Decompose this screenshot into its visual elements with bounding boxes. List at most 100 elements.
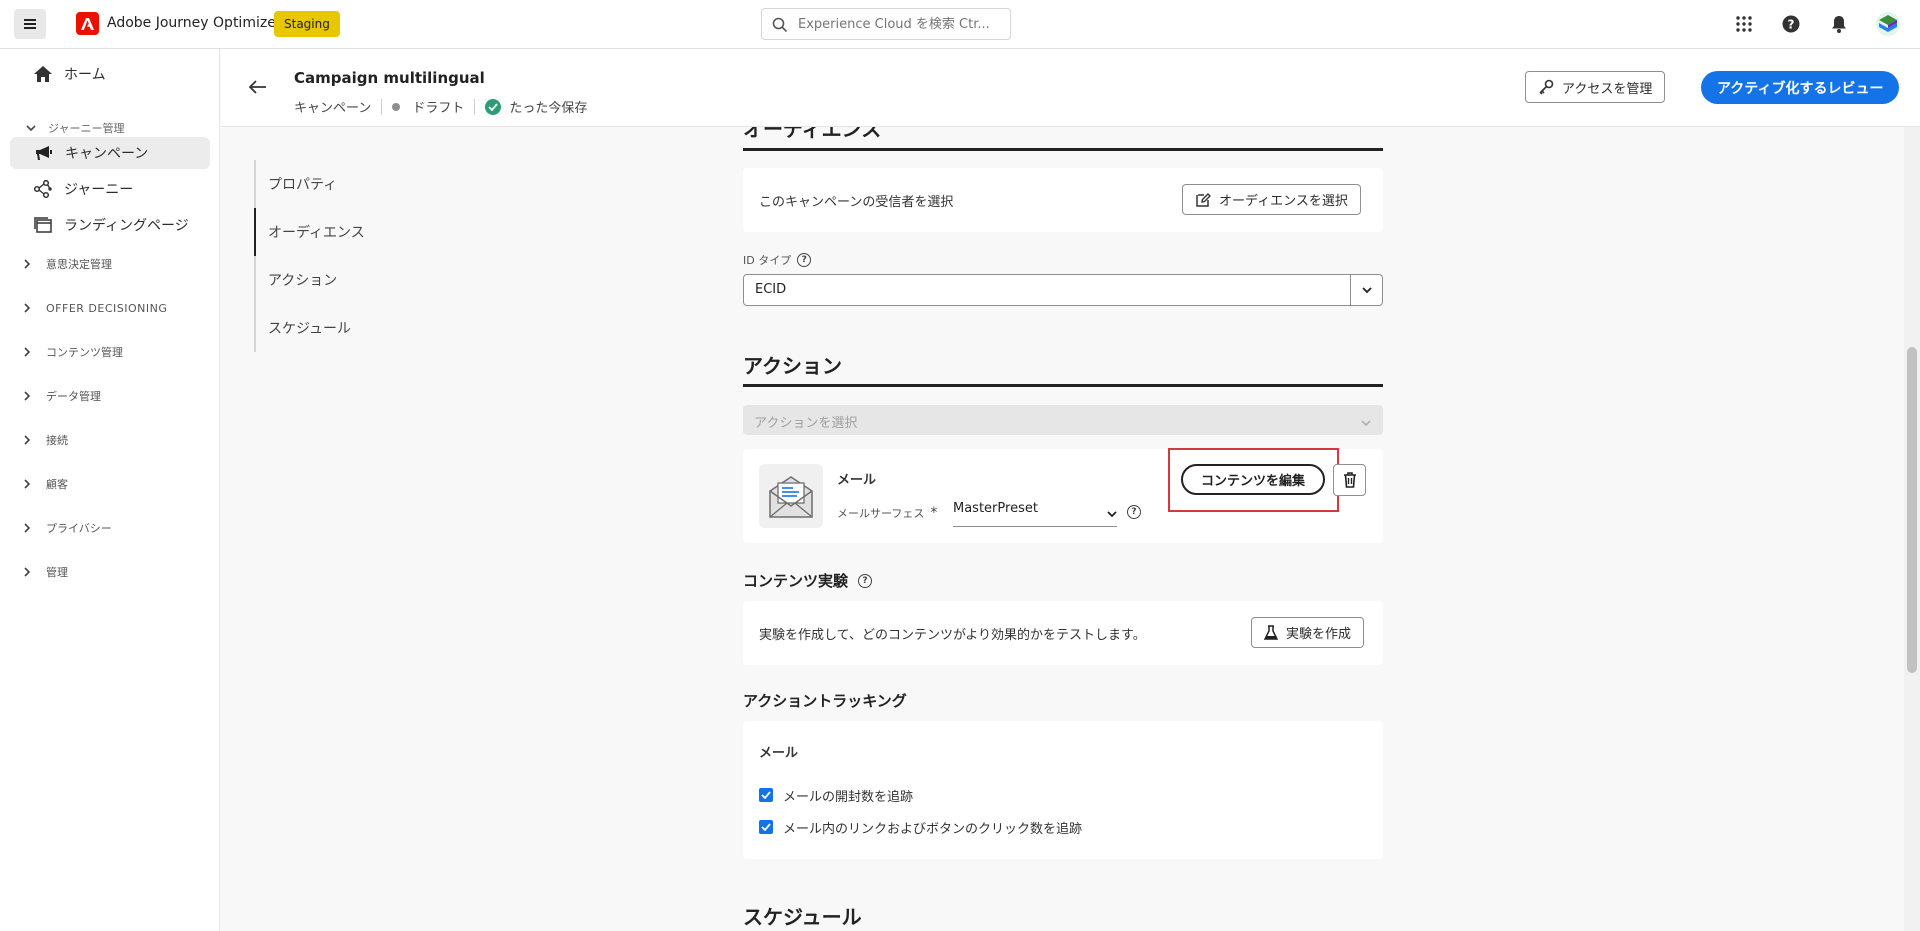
section-nav-schedule[interactable]: スケジュール [268,318,351,338]
manage-access-label: アクセスを管理 [1562,81,1653,97]
sidebar-group-privacy[interactable]: プライバシー [24,516,112,540]
chevron-right-icon [24,523,36,533]
chevron-down-icon [1361,414,1371,430]
audience-description: このキャンペーンの受信者を選択 [759,195,954,210]
chevron-right-icon [24,479,36,489]
sidebar-item-journeys[interactable]: ジャーニー [10,173,210,205]
tracking-email-label: メール [759,746,799,761]
sidebar-group-label: 意思決定管理 [46,258,112,271]
sidebar-group-connections[interactable]: 接続 [24,428,68,452]
megaphone-icon [33,142,55,164]
action-select-placeholder: アクションを選択 [754,416,858,431]
delete-action-button[interactable] [1333,464,1366,496]
help-icon[interactable]: ? [1781,14,1801,34]
experiment-heading-row: コンテンツ実験 ? [743,570,873,591]
status-badge: ドラフト [412,101,465,116]
section-nav-active-marker [254,208,256,256]
journey-nodes-icon [32,178,54,200]
svg-text:?: ? [1788,18,1795,32]
audience-heading: オーディエンス [743,127,882,141]
campaign-header: Campaign multilingual キャンペーン ドラフト たった今保存… [221,49,1920,127]
edit-content-button[interactable]: コンテンツを編集 [1181,464,1325,495]
track-opens-label: メールの開封数を追跡 [783,790,914,805]
section-rule [743,384,1383,387]
track-clicks-checkbox[interactable] [759,820,773,834]
activate-review-button[interactable]: アクティブ化するレビュー [1701,71,1900,104]
select-audience-button[interactable]: オーディエンスを選択 [1182,184,1361,215]
sidebar-group-customers[interactable]: 顧客 [24,472,68,496]
sidebar-group-label: 接続 [46,434,68,447]
sidebar-group-decision-management[interactable]: 意思決定管理 [24,252,112,276]
sidebar-group-content-management[interactable]: コンテンツ管理 [24,340,123,364]
back-arrow-icon[interactable] [248,80,267,98]
section-nav-actions[interactable]: アクション [268,270,337,290]
section-nav-properties[interactable]: プロパティ [268,174,337,194]
landing-page-icon [32,214,54,236]
track-clicks-label: メール内のリンクおよびボタンのクリック数を追跡 [783,822,1083,837]
chevron-right-icon [24,435,36,445]
divider [381,98,383,115]
sidebar-group-administration[interactable]: 管理 [24,560,68,584]
experiment-heading: コンテンツ実験 [743,572,849,590]
sidebar-item-home[interactable]: ホーム [10,58,210,90]
id-type-label: ID タイプ ? [743,252,812,268]
tracking-card: メール メールの開封数を追跡 メール内のリンクおよびボタンのクリック数を追跡 [743,721,1383,859]
scrollbar-thumb[interactable] [1907,347,1917,673]
help-icon[interactable]: ? [1127,505,1141,519]
track-opens-checkbox[interactable] [759,788,773,802]
manage-access-button[interactable]: アクセスを管理 [1525,71,1666,103]
select-audience-label: オーディエンスを選択 [1219,194,1348,209]
sidebar-group-offer-decisioning[interactable]: OFFER DECISIONING [24,296,167,320]
create-experiment-button[interactable]: 実験を作成 [1251,617,1365,648]
menu-toggle-button[interactable] [14,9,46,39]
flask-icon [1264,624,1278,641]
id-type-label-text: ID タイプ [743,254,792,267]
experiment-card: 実験を作成して、どのコンテンツがより効果的かをテストします。 実験を作成 [743,601,1383,665]
campaign-meta: キャンペーン ドラフト たった今保存 [294,97,587,116]
chevron-right-icon [24,567,36,577]
trash-icon [1343,472,1357,488]
search-input[interactable] [798,14,998,34]
sidebar-group-data-management[interactable]: データ管理 [24,384,101,408]
sidebar-group-label: 管理 [46,566,68,579]
experiment-description: 実験を作成して、どのコンテンツがより効果的かをテストします。 [759,628,1146,643]
chevron-down-icon [1107,505,1117,521]
chevron-right-icon [24,347,36,357]
sidebar-group-label: OFFER DECISIONING [46,301,168,315]
sidebar: ホーム ジャーニー管理 キャンペーン ジャーニー ランディングページ 意思決定管… [0,49,220,931]
email-surface-select[interactable]: MasterPreset [953,497,1117,527]
create-experiment-label: 実験を作成 [1286,627,1352,642]
help-icon[interactable]: ? [797,253,812,267]
search-field[interactable] [761,8,1011,40]
email-surface-label-text: メールサーフェス [837,507,925,520]
notifications-bell-icon[interactable] [1829,14,1849,34]
key-icon [1538,79,1554,95]
campaign-title: Campaign multilingual [294,69,485,87]
section-nav-audience[interactable]: オーディエンス [268,222,365,242]
apps-grid-icon[interactable] [1734,14,1754,34]
search-icon [772,17,788,37]
sidebar-item-campaigns[interactable]: キャンペーン [10,137,210,169]
sidebar-item-landing-pages[interactable]: ランディングページ [10,209,210,241]
save-status-label: たった今保存 [509,101,588,116]
email-surface-value: MasterPreset [953,501,1038,516]
home-icon [32,63,54,85]
environment-badge: Staging [274,11,340,37]
actions-heading: アクション [743,354,842,378]
chevron-right-icon [24,391,36,401]
sidebar-group-label: 顧客 [46,478,68,491]
adobe-logo-icon [76,12,99,35]
email-envelope-icon [759,464,823,528]
section-nav: プロパティ オーディエンス アクション スケジュール [254,160,454,352]
chevron-down-icon[interactable] [1350,275,1382,305]
audience-card: このキャンペーンの受信者を選択 オーディエンスを選択 [743,168,1383,232]
id-type-select[interactable]: ECID [743,274,1383,306]
sidebar-item-label: キャンペーン [65,146,149,162]
tracking-heading: アクショントラッキング [743,692,907,710]
main-scrollbar[interactable] [1904,127,1920,931]
top-bar: Adobe Journey Optimizer Staging ? [0,0,1920,49]
user-avatar-icon[interactable] [1876,12,1900,36]
help-icon[interactable]: ? [858,573,873,588]
sidebar-item-label: ジャーニー [64,182,134,198]
sidebar-group-label: データ管理 [46,390,101,403]
